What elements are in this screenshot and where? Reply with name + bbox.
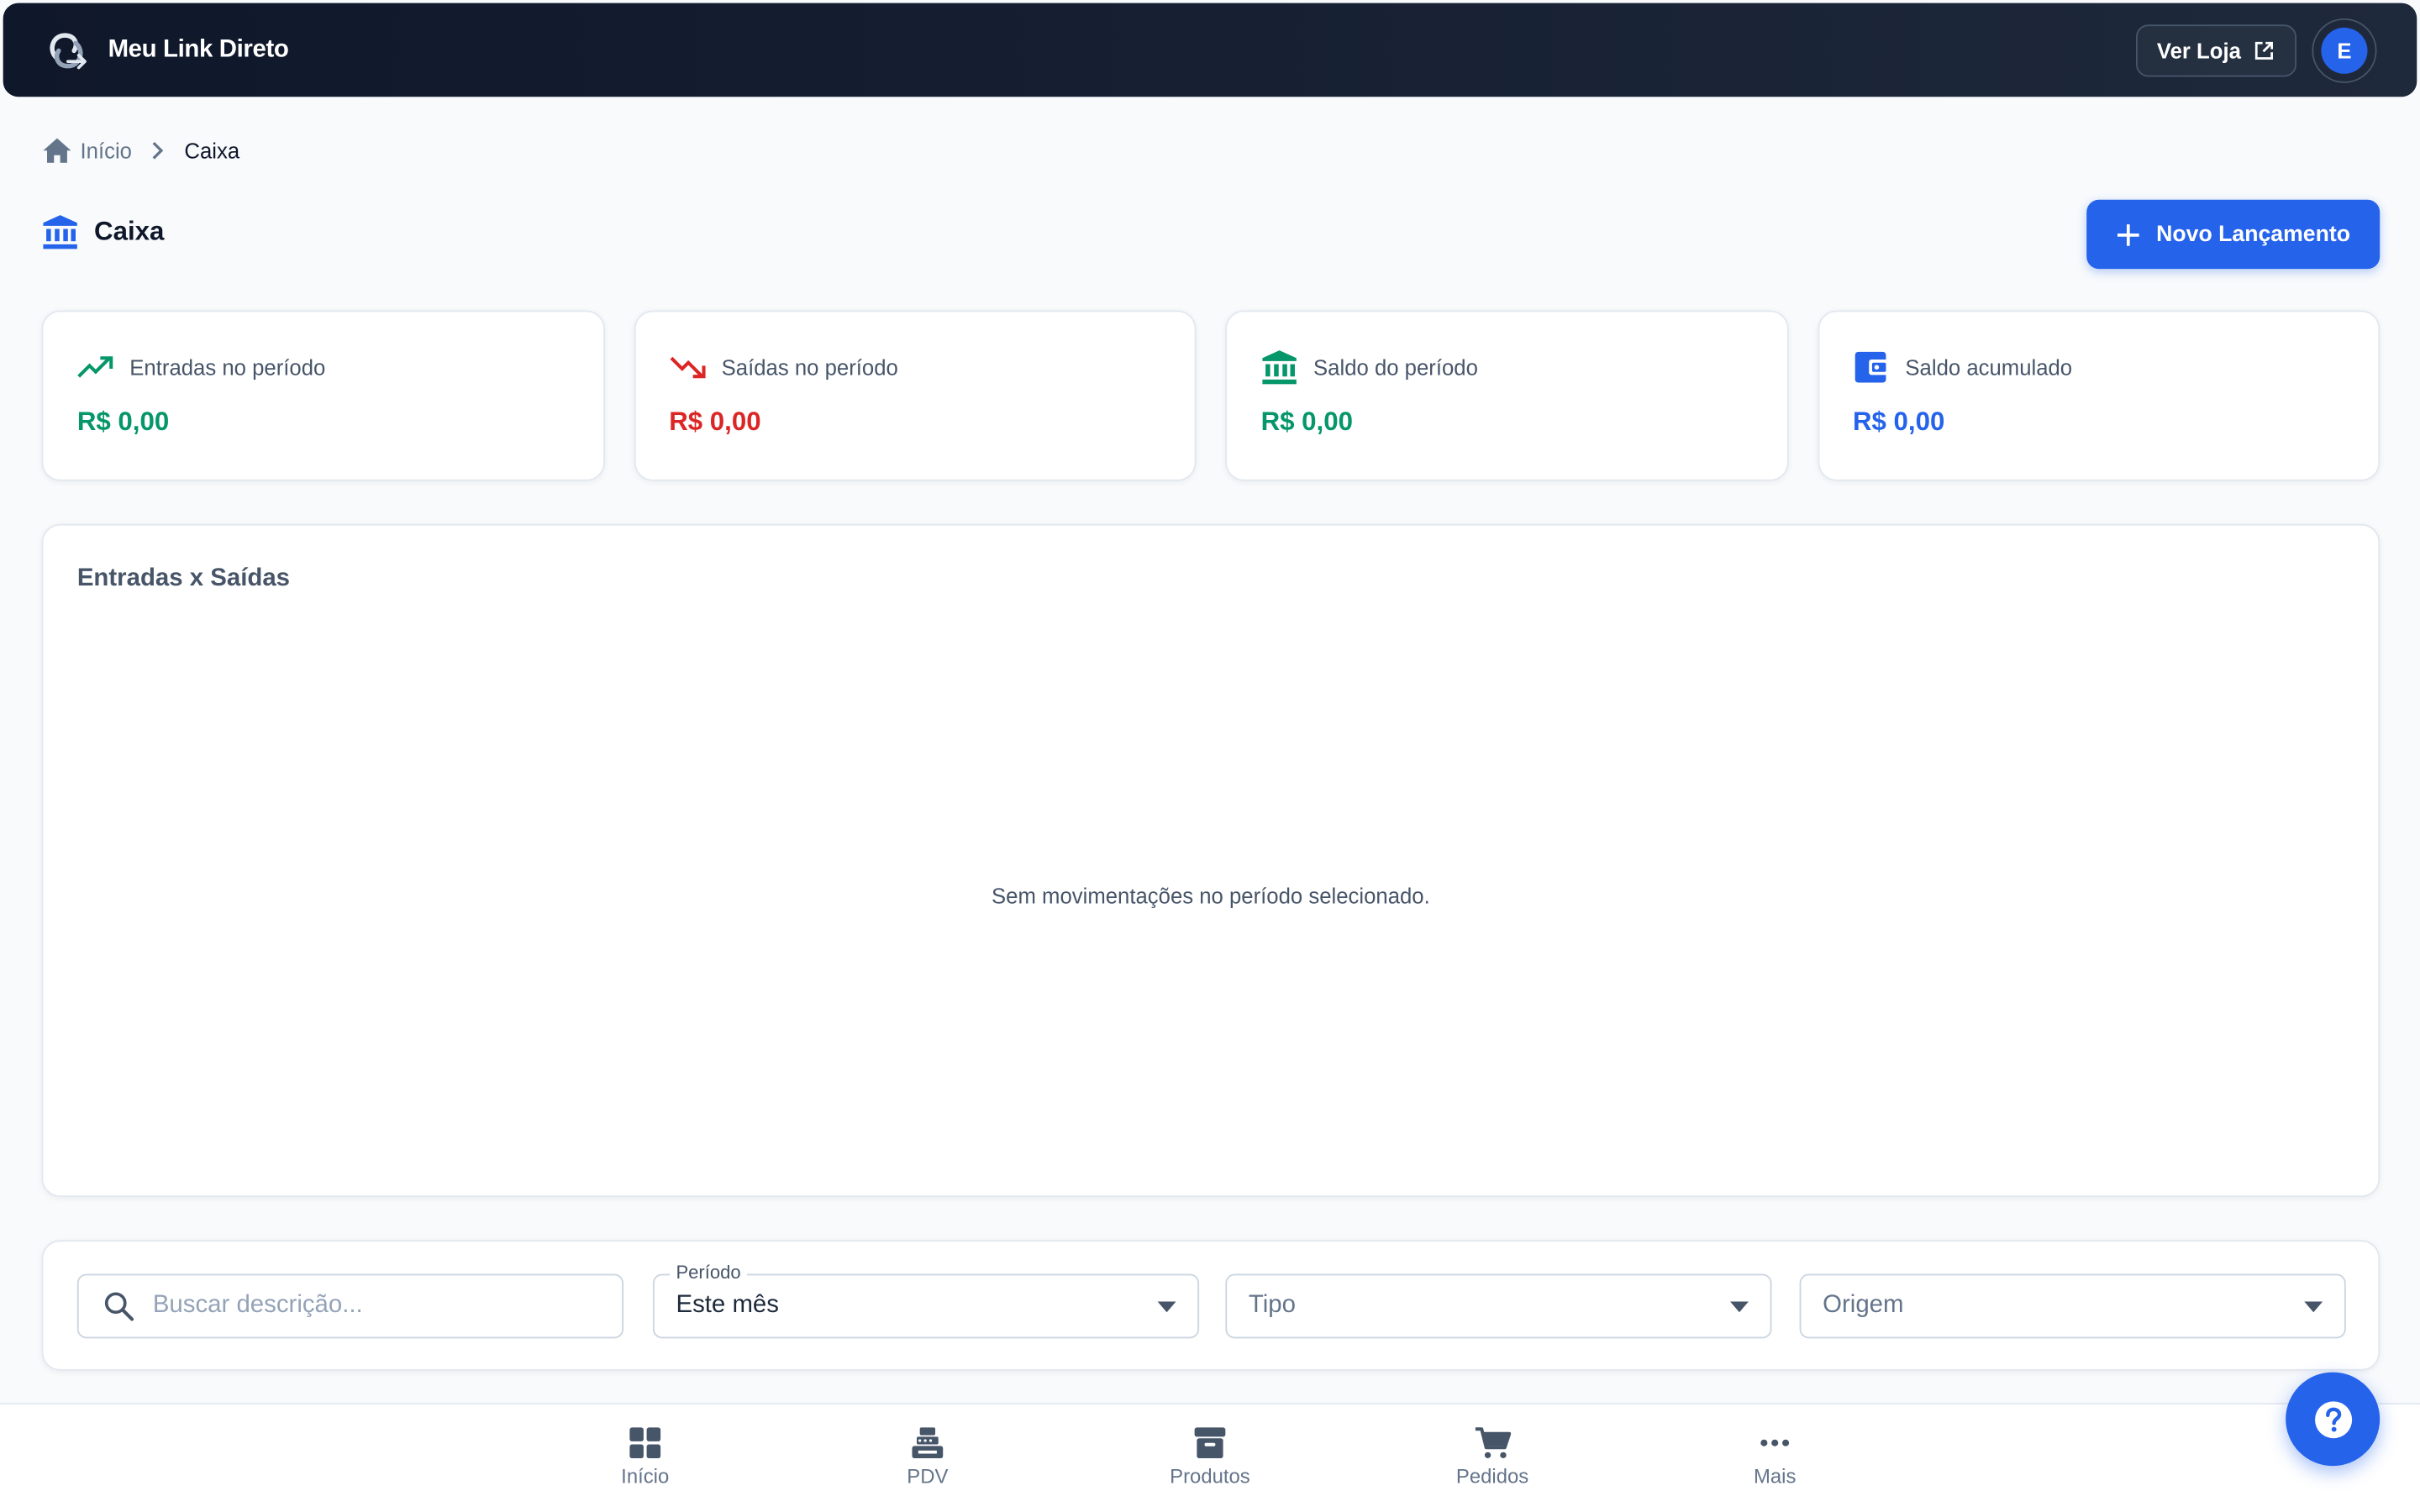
nav-item-produtos[interactable]: Produtos — [1140, 1426, 1279, 1488]
period-select[interactable]: Período Este mês — [652, 1261, 1200, 1339]
cart-icon — [1475, 1427, 1512, 1459]
dashboard-icon — [629, 1427, 661, 1459]
chevron-down-icon — [1729, 1300, 1749, 1312]
card-entradas: Entradas no período R$ 0,00 — [41, 310, 605, 481]
chart-empty-message: Sem movimentações no período selecionado… — [992, 883, 1430, 909]
card-value: R$ 0,00 — [669, 407, 761, 437]
search-input[interactable] — [152, 1292, 586, 1320]
new-entry-label: Novo Lançamento — [2156, 222, 2351, 247]
nav-label: Mais — [1753, 1464, 1797, 1488]
trending-up-icon — [77, 356, 113, 378]
cash-register-icon — [912, 1427, 944, 1459]
period-value: Este mês — [676, 1292, 779, 1319]
type-placeholder: Tipo — [1248, 1292, 1296, 1319]
search-icon — [104, 1292, 134, 1321]
plus-icon — [2118, 223, 2139, 245]
bottom-nav: Início PDV Produtos Pedidos Mais — [0, 1403, 2420, 1512]
filters-bar: Período Este mês Tipo Origem — [41, 1240, 2381, 1371]
card-value: R$ 0,00 — [76, 407, 170, 437]
origin-select[interactable]: Origem — [1799, 1273, 2346, 1339]
view-store-button[interactable]: Ver Loja — [2135, 24, 2297, 76]
page-title-text: Caixa — [94, 216, 165, 246]
trending-down-icon — [669, 356, 705, 379]
external-link-icon — [2254, 40, 2273, 59]
home-icon — [43, 138, 71, 163]
chevron-right-icon — [152, 141, 165, 160]
breadcrumb-current: Caixa — [184, 138, 240, 163]
period-label: Período — [670, 1261, 748, 1284]
search-field[interactable] — [76, 1273, 624, 1339]
nav-item-pdv[interactable]: PDV — [858, 1426, 997, 1488]
brand-name[interactable]: Meu Link Direto — [108, 36, 289, 64]
card-label: Entradas no período — [129, 354, 326, 380]
card-label: Saídas no período — [721, 354, 898, 380]
bank-icon — [43, 215, 77, 249]
chevron-down-icon — [2304, 1300, 2323, 1312]
nav-label: Pedidos — [1455, 1464, 1529, 1488]
archive-box-icon — [1194, 1427, 1226, 1459]
new-entry-button[interactable]: Novo Lançamento — [2086, 199, 2381, 270]
breadcrumb-home-label: Início — [80, 138, 132, 163]
more-dots-icon — [1760, 1439, 1790, 1446]
help-icon — [2314, 1400, 2352, 1438]
chevron-down-icon — [1157, 1300, 1176, 1312]
avatar: E — [2321, 27, 2368, 73]
wallet-icon — [1854, 351, 1889, 383]
view-store-label: Ver Loja — [2156, 37, 2241, 63]
nav-item-mais[interactable]: Mais — [1706, 1426, 1844, 1488]
card-label: Saldo acumulado — [1905, 354, 2073, 380]
card-saldo-periodo: Saldo do período R$ 0,00 — [1225, 310, 1788, 481]
card-label: Saldo do período — [1313, 354, 1478, 380]
breadcrumb: Início Caixa — [43, 138, 240, 163]
help-button[interactable] — [2286, 1372, 2381, 1467]
page-title: Caixa — [42, 213, 165, 250]
type-select[interactable]: Tipo — [1225, 1273, 1772, 1339]
summary-cards: Entradas no período R$ 0,00 Saídas no pe… — [41, 310, 2381, 481]
card-saldo-acumulado: Saldo acumulado R$ 0,00 — [1817, 310, 2381, 481]
bank-icon — [1262, 350, 1297, 385]
card-value: R$ 0,00 — [1260, 407, 1353, 437]
link-logo-icon[interactable] — [43, 27, 89, 73]
chart-panel: Entradas x Saídas Sem movimentações no p… — [41, 523, 2381, 1198]
chart-title: Entradas x Saídas — [76, 565, 291, 592]
breadcrumb-home-link[interactable]: Início — [43, 138, 132, 163]
nav-label: PDV — [907, 1464, 949, 1488]
nav-item-inicio[interactable]: Início — [576, 1426, 714, 1488]
nav-label: Início — [621, 1464, 670, 1488]
nav-item-pedidos[interactable]: Pedidos — [1423, 1426, 1561, 1488]
top-bar: Meu Link Direto Ver Loja E — [3, 3, 2417, 97]
origin-placeholder: Origem — [1823, 1292, 1904, 1319]
card-value: R$ 0,00 — [1852, 407, 1945, 437]
nav-label: Produtos — [1170, 1464, 1250, 1488]
user-menu-button[interactable]: E — [2312, 18, 2377, 82]
card-saidas: Saídas no período R$ 0,00 — [633, 310, 1197, 481]
